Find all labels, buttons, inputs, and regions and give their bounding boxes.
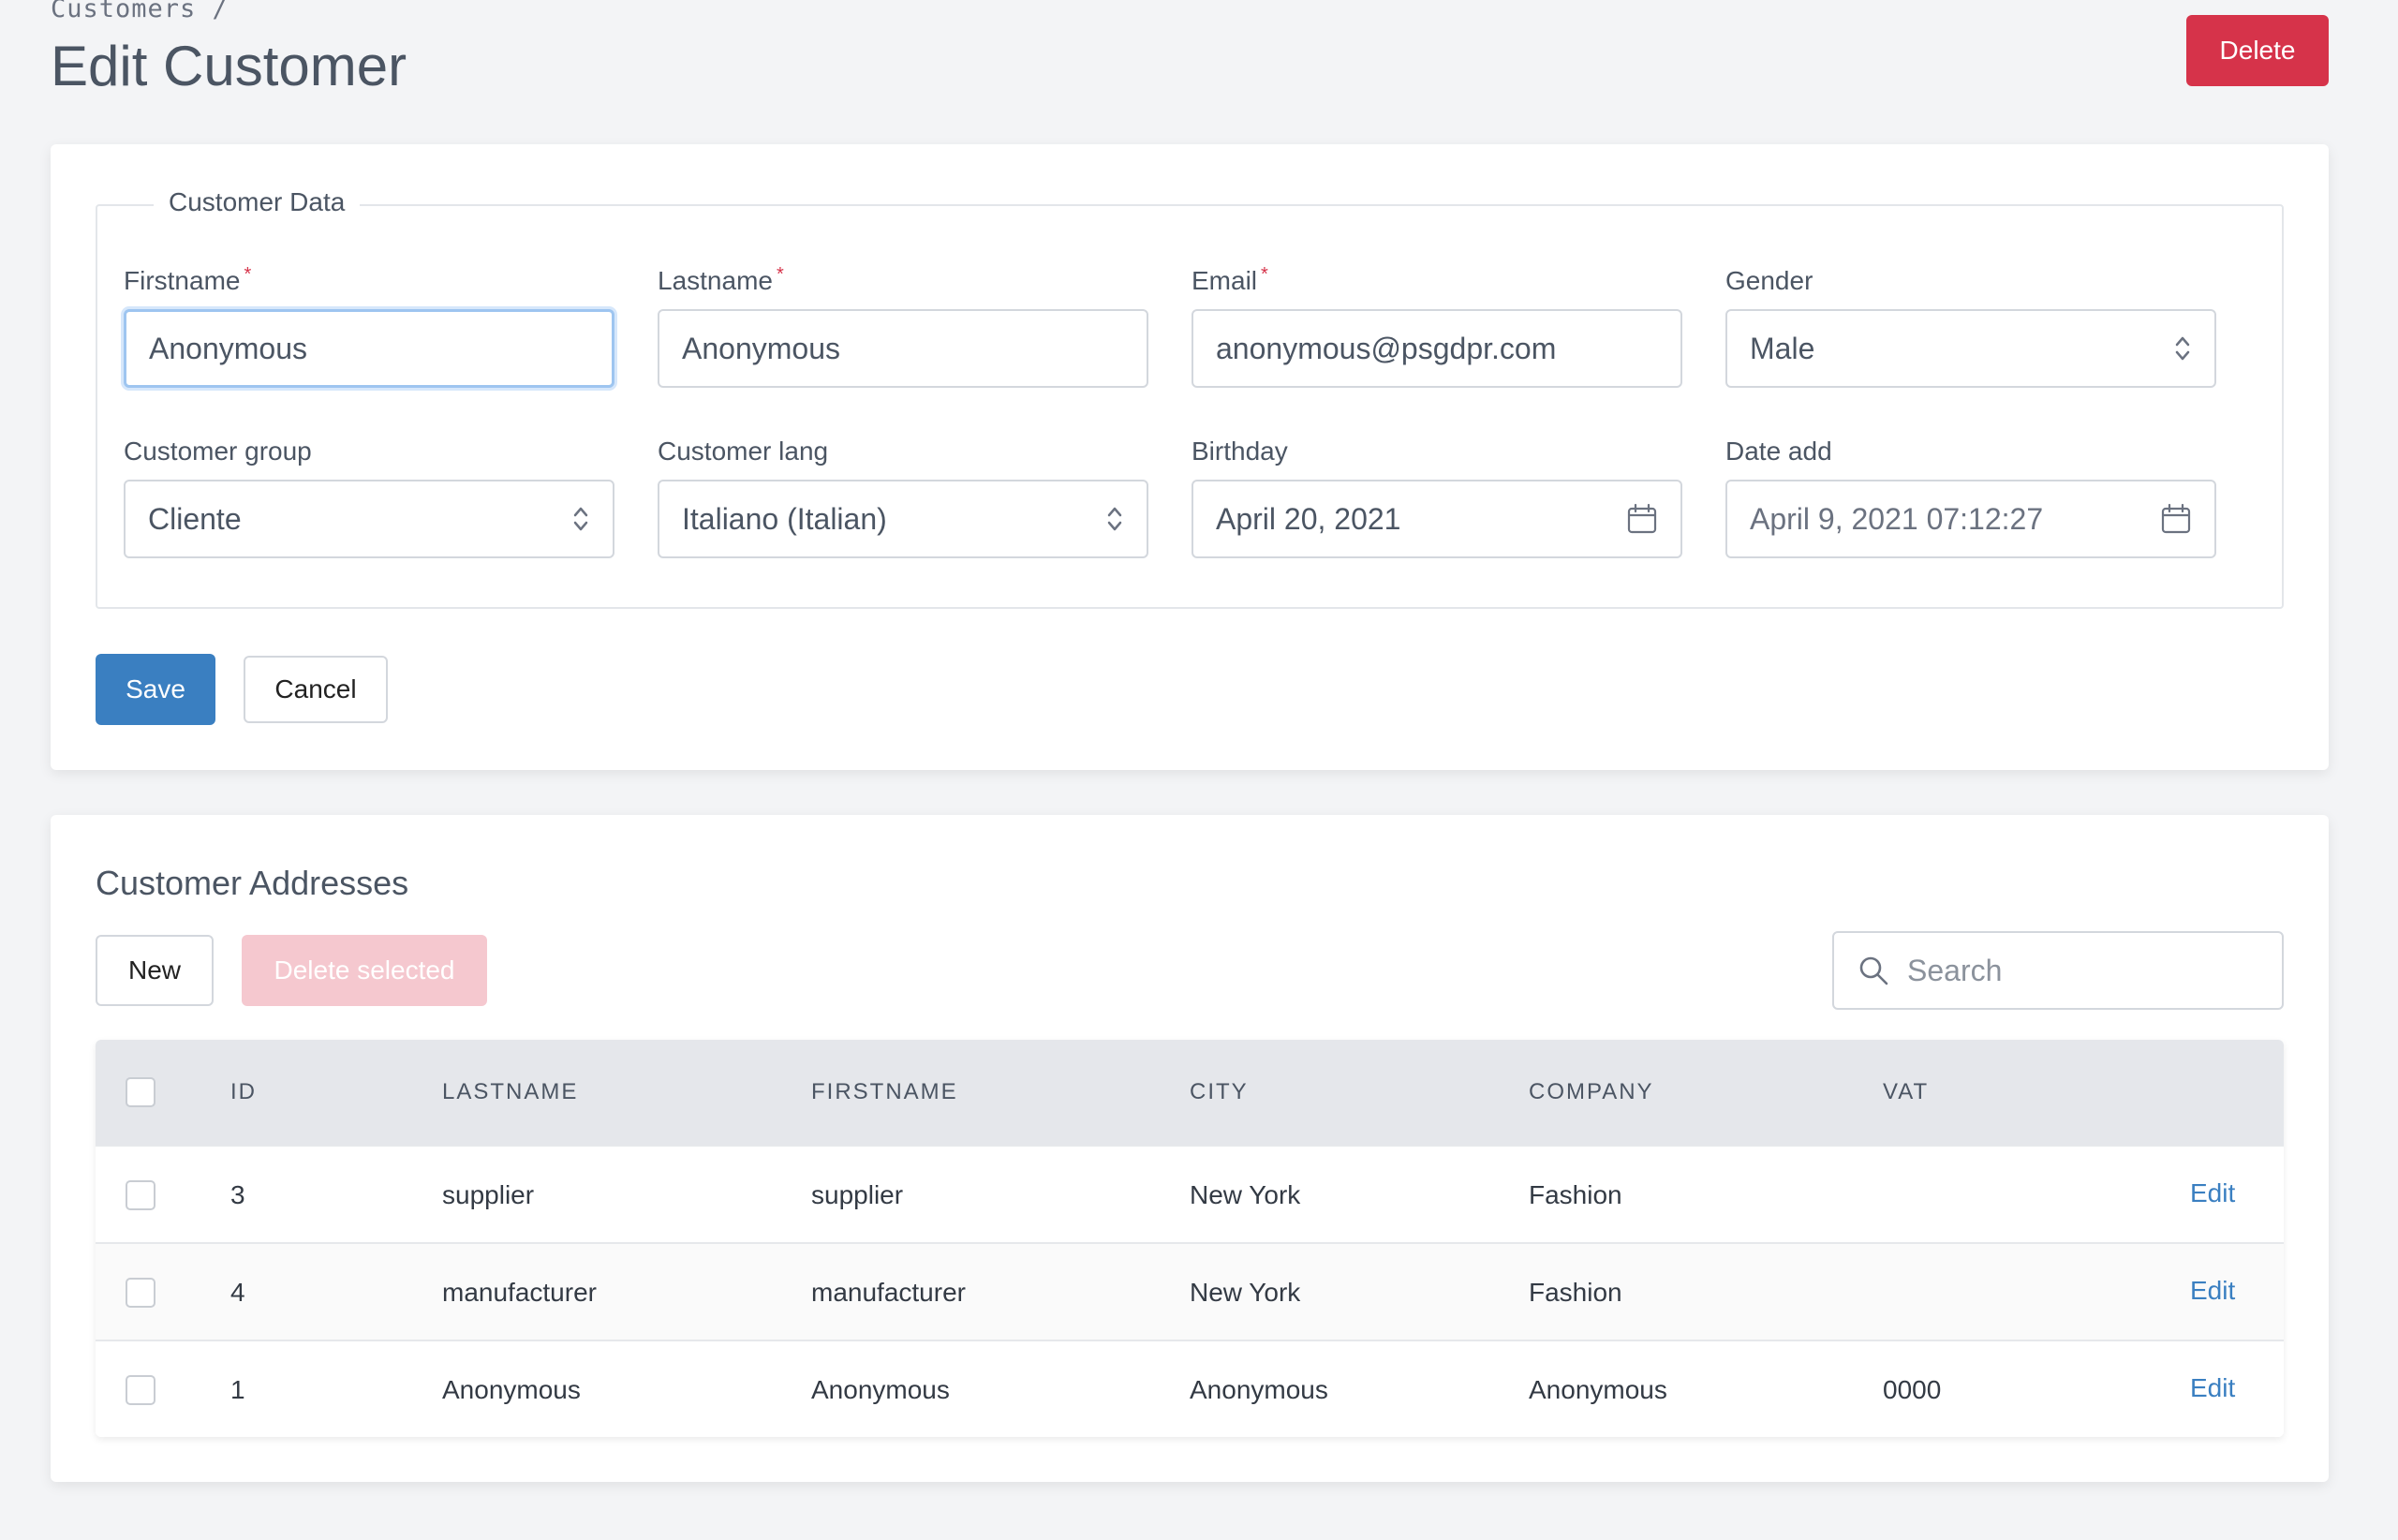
cell-lastname: manufacturer bbox=[442, 1278, 597, 1307]
customer-data-card: Customer Data Firstname* Lastname* Email… bbox=[51, 144, 2329, 770]
row-checkbox[interactable] bbox=[126, 1375, 155, 1405]
cell-firstname: Anonymous bbox=[811, 1375, 950, 1404]
column-header-id[interactable]: ID bbox=[230, 1040, 257, 1145]
select-all-checkbox[interactable] bbox=[126, 1077, 155, 1107]
edit-address-link[interactable]: Edit bbox=[2190, 1145, 2235, 1242]
edit-address-link[interactable]: Edit bbox=[2190, 1340, 2235, 1437]
email-field: Email * bbox=[1192, 262, 1682, 388]
fieldset-legend: Customer Data bbox=[154, 187, 361, 217]
row-checkbox[interactable] bbox=[126, 1278, 155, 1308]
column-header-vat[interactable]: VAT bbox=[1883, 1040, 1929, 1145]
customer-lang-select[interactable]: Italiano (Italian) bbox=[658, 480, 1148, 558]
birthday-datepicker[interactable]: April 20, 2021 bbox=[1192, 480, 1682, 558]
cell-id: 1 bbox=[230, 1375, 245, 1404]
date-add-field: Date add April 9, 2021 07:12:27 bbox=[1725, 433, 2216, 558]
save-button[interactable]: Save bbox=[96, 654, 215, 725]
lastname-field: Lastname * bbox=[658, 262, 1148, 388]
date-add-value: April 9, 2021 07:12:27 bbox=[1750, 501, 2044, 536]
required-marker: * bbox=[244, 264, 252, 285]
customer-group-field: Customer group Cliente bbox=[124, 433, 614, 558]
addresses-section-title: Customer Addresses bbox=[96, 864, 409, 902]
cell-lastname: Anonymous bbox=[442, 1375, 581, 1404]
cell-company: Fashion bbox=[1529, 1180, 1622, 1209]
date-add-datepicker[interactable]: April 9, 2021 07:12:27 bbox=[1725, 480, 2216, 558]
birthday-field: Birthday April 20, 2021 bbox=[1192, 433, 1682, 558]
cell-company: Fashion bbox=[1529, 1278, 1622, 1307]
table-row: 3 supplier supplier New York Fashion Edi… bbox=[96, 1145, 2284, 1242]
cell-city: New York bbox=[1190, 1278, 1301, 1307]
cell-city: New York bbox=[1190, 1180, 1301, 1209]
cell-id: 4 bbox=[230, 1278, 245, 1307]
customer-group-value: Cliente bbox=[148, 501, 242, 536]
birthday-label: Birthday bbox=[1192, 437, 1288, 466]
cell-city: Anonymous bbox=[1190, 1375, 1328, 1404]
customer-group-label: Customer group bbox=[124, 437, 312, 466]
firstname-input[interactable] bbox=[124, 309, 614, 388]
table-row: 4 manufacturer manufacturer New York Fas… bbox=[96, 1242, 2284, 1340]
edit-address-link[interactable]: Edit bbox=[2190, 1242, 2235, 1340]
email-input[interactable] bbox=[1192, 309, 1682, 388]
breadcrumb[interactable]: Customers / bbox=[51, 0, 229, 23]
lastname-input[interactable] bbox=[658, 309, 1148, 388]
firstname-field: Firstname * bbox=[124, 262, 614, 388]
customer-lang-field: Customer lang Italiano (Italian) bbox=[658, 433, 1148, 558]
table-row: 1 Anonymous Anonymous Anonymous Anonymou… bbox=[96, 1340, 2284, 1437]
column-header-lastname[interactable]: LASTNAME bbox=[442, 1040, 578, 1145]
gender-select-value: Male bbox=[1750, 331, 1815, 365]
addresses-table: ID LASTNAME FIRSTNAME CITY COMPANY VAT 3… bbox=[96, 1040, 2284, 1437]
cancel-button[interactable]: Cancel bbox=[244, 656, 388, 723]
table-header: ID LASTNAME FIRSTNAME CITY COMPANY VAT bbox=[96, 1040, 2284, 1145]
customer-lang-value: Italiano (Italian) bbox=[682, 501, 887, 536]
row-checkbox[interactable] bbox=[126, 1180, 155, 1210]
lastname-label: Lastname bbox=[658, 266, 773, 295]
required-marker: * bbox=[776, 264, 784, 285]
column-header-company[interactable]: COMPANY bbox=[1529, 1040, 1654, 1145]
search-icon bbox=[1859, 956, 1888, 985]
column-header-city[interactable]: CITY bbox=[1190, 1040, 1249, 1145]
required-marker: * bbox=[1261, 264, 1268, 285]
page-title: Edit Customer bbox=[51, 35, 407, 97]
cell-company: Anonymous bbox=[1529, 1375, 1667, 1404]
chevron-up-down-icon bbox=[573, 507, 588, 531]
chevron-up-down-icon bbox=[2175, 336, 2190, 361]
gender-select[interactable]: Male bbox=[1725, 309, 2216, 388]
birthday-value: April 20, 2021 bbox=[1216, 501, 1401, 536]
gender-label: Gender bbox=[1725, 266, 1813, 295]
customer-addresses-card: Customer Addresses New Delete selected I… bbox=[51, 815, 2329, 1482]
search-box[interactable] bbox=[1832, 931, 2284, 1010]
customer-group-select[interactable]: Cliente bbox=[124, 480, 614, 558]
delete-selected-button[interactable]: Delete selected bbox=[242, 935, 487, 1006]
column-header-firstname[interactable]: FIRSTNAME bbox=[811, 1040, 958, 1145]
cell-lastname: supplier bbox=[442, 1180, 535, 1209]
customer-lang-label: Customer lang bbox=[658, 437, 829, 466]
new-address-button[interactable]: New bbox=[96, 935, 214, 1006]
calendar-icon[interactable] bbox=[1626, 503, 1658, 535]
search-input[interactable] bbox=[1907, 953, 2263, 988]
customer-data-fieldset: Customer Data Firstname* Lastname* Email… bbox=[96, 187, 2284, 609]
delete-customer-button[interactable]: Delete bbox=[2186, 15, 2329, 86]
cell-firstname: manufacturer bbox=[811, 1278, 966, 1307]
gender-field: Gender Male bbox=[1725, 262, 2216, 388]
cell-vat: 0000 bbox=[1883, 1375, 1942, 1404]
cell-id: 3 bbox=[230, 1180, 245, 1209]
firstname-label: Firstname bbox=[124, 266, 241, 295]
date-add-label: Date add bbox=[1725, 437, 1832, 466]
cell-firstname: supplier bbox=[811, 1180, 904, 1209]
calendar-icon[interactable] bbox=[2160, 503, 2192, 535]
chevron-up-down-icon bbox=[1107, 507, 1122, 531]
email-label: Email bbox=[1192, 266, 1258, 295]
